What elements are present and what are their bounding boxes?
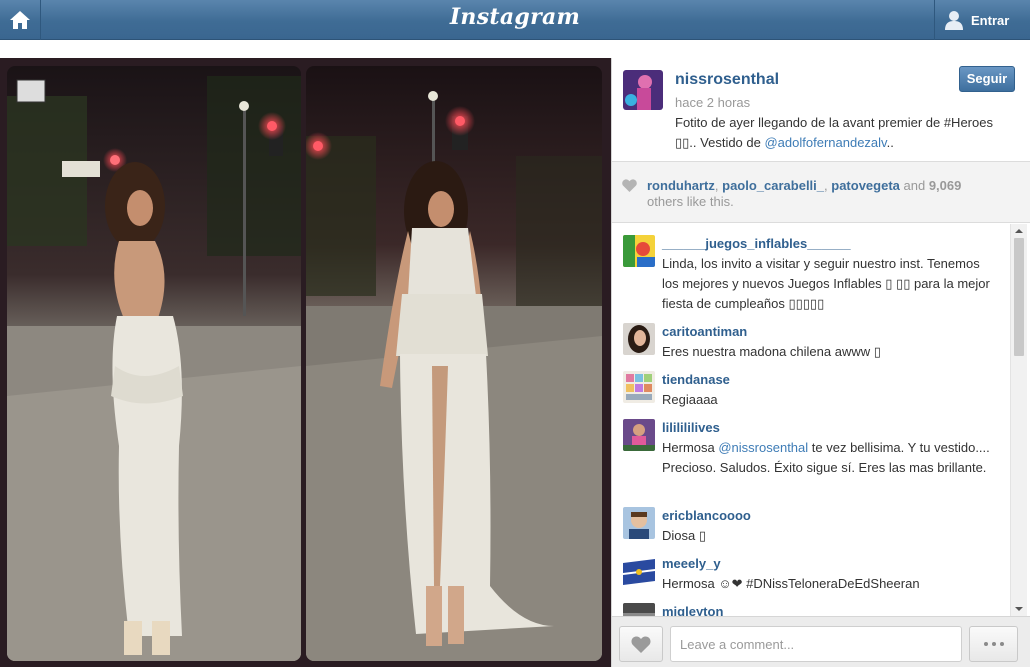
top-bar: Instagram Entrar	[0, 0, 1030, 40]
scrollbar-thumb[interactable]	[1014, 238, 1024, 356]
comment-username[interactable]: ______juegos_inflables______	[662, 236, 851, 251]
post-timestamp: hace 2 horas	[675, 95, 751, 110]
more-icon-dot	[999, 642, 1004, 646]
login-label: Entrar	[971, 12, 1010, 28]
commenter-avatar[interactable]	[623, 603, 655, 616]
comments-scrollbar[interactable]	[1010, 224, 1027, 616]
commenter-avatar[interactable]	[623, 507, 655, 539]
author-username[interactable]: nissrosenthal	[675, 71, 779, 89]
commenter-avatar[interactable]	[623, 371, 655, 403]
comment-text: Diosa ▯	[662, 528, 707, 543]
comment-username[interactable]: caritoantiman	[662, 324, 747, 339]
comment-username[interactable]: migleyton	[662, 604, 723, 616]
comment-username[interactable]: lililililives	[662, 420, 720, 435]
comment-text: Hermosa ☺❤ #DNissTeloneraDeEdSheeran	[662, 576, 920, 591]
author-avatar[interactable]	[623, 70, 663, 110]
comment-text: Linda, los invito a visitar y seguir nue…	[662, 256, 990, 311]
comment-username[interactable]: tiendanase	[662, 372, 730, 387]
scroll-down-arrow-icon[interactable]	[1014, 604, 1024, 614]
comments-list[interactable]: ______juegos_inflables______ Linda, los …	[612, 224, 1010, 616]
commenter-avatar[interactable]	[623, 419, 655, 451]
caption-tail: ..	[886, 135, 894, 150]
commenter-avatar[interactable]	[623, 555, 655, 587]
photo-right-panel	[306, 66, 602, 661]
comment-input[interactable]	[670, 626, 962, 662]
scroll-up-arrow-icon[interactable]	[1014, 226, 1024, 236]
comment-text: Regiaaaa	[662, 392, 718, 407]
heart-icon	[631, 636, 651, 653]
likes-summary: ronduhartz, paolo_carabelli_, patovegeta…	[647, 178, 1007, 210]
comment-text: Eres nuestra madona chilena awww ▯	[662, 344, 881, 359]
more-options-button[interactable]	[969, 626, 1018, 662]
user-icon	[945, 11, 963, 30]
heart-icon	[622, 179, 637, 192]
commenter-avatar[interactable]	[623, 323, 655, 355]
comment-text-part: Hermosa	[662, 440, 719, 455]
like-button[interactable]	[619, 626, 663, 662]
liker-link[interactable]: patovegeta	[831, 178, 900, 193]
post-caption: Fotito de ayer llegando de la avant prem…	[675, 113, 1005, 153]
commenter-avatar[interactable]	[623, 235, 655, 267]
liker-link[interactable]: ronduhartz	[647, 178, 715, 193]
caption-mention-link[interactable]: @adolfofernandezalv	[764, 135, 886, 150]
liker-link[interactable]: paolo_carabelli_	[722, 178, 824, 193]
comment-username[interactable]: meeely_y	[662, 556, 721, 571]
follow-button[interactable]: Seguir	[959, 66, 1015, 92]
comment-mention-link[interactable]: @nissrosenthal	[718, 440, 808, 455]
post-header: nissrosenthal hace 2 horas Fotito de aye…	[612, 58, 1030, 162]
likes-and: and	[899, 178, 929, 193]
likes-section: ronduhartz, paolo_carabelli_, patovegeta…	[612, 162, 1030, 223]
more-icon-dot	[991, 642, 996, 646]
photo-left-panel	[7, 66, 301, 661]
comment-footer	[612, 616, 1030, 667]
likes-count: 9,069	[928, 178, 962, 193]
comment-username[interactable]: ericblancoooo	[662, 508, 751, 523]
post-photo[interactable]	[0, 58, 611, 667]
more-icon-dot	[983, 642, 988, 646]
post-details-panel: nissrosenthal hace 2 horas Fotito de aye…	[611, 58, 1030, 667]
likes-others-label: others like this.	[647, 194, 734, 209]
instagram-logo[interactable]: Instagram	[0, 4, 1030, 30]
comment-text: Hermosa @nissrosenthal te vez bellisima.…	[662, 438, 992, 478]
login-button[interactable]: Entrar	[934, 0, 1030, 40]
